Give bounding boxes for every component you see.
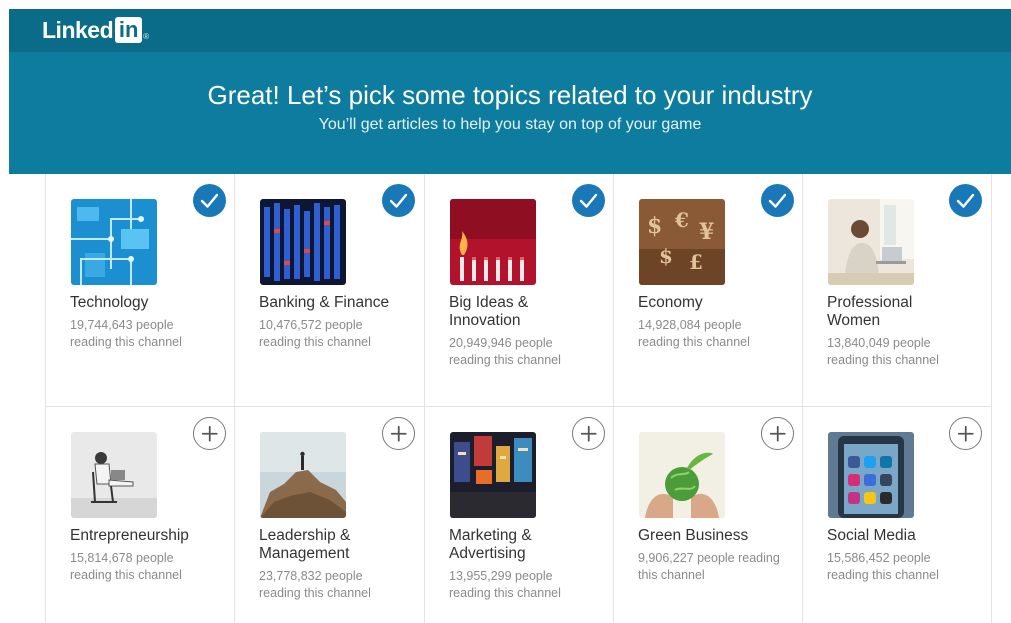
topic-card-economy[interactable]: $ € ¥ $ £ Economy 14,928,084 people read… bbox=[613, 174, 803, 407]
logo-registered-mark: ® bbox=[143, 31, 150, 41]
topic-card-banking-finance[interactable]: Banking & Finance 10,476,572 people read… bbox=[234, 174, 424, 407]
topic-card-big-ideas-innovation[interactable]: Big Ideas & Innovation 20,949,946 people… bbox=[424, 174, 614, 407]
topic-image-banking-finance bbox=[260, 199, 346, 285]
topic-image-big-ideas-innovation bbox=[450, 199, 536, 285]
topic-image-marketing-advertising bbox=[450, 432, 536, 518]
topic-reader-count: 15,814,678 people reading this channel bbox=[70, 551, 182, 582]
topic-reader-count: 9,906,227 people reading this channel bbox=[638, 551, 780, 582]
topic-reader-count: 13,840,049 people reading this channel bbox=[827, 336, 939, 367]
selected-toggle-technology[interactable] bbox=[193, 184, 226, 217]
topic-card-professional-women[interactable]: Professional Women 13,840,049 people rea… bbox=[802, 174, 992, 407]
brand-bar: Linked in ® bbox=[9, 9, 1011, 52]
plus-icon bbox=[957, 425, 974, 442]
topic-title: Professional Women bbox=[827, 294, 913, 329]
topic-title: Big Ideas & Innovation bbox=[449, 294, 529, 329]
plus-icon bbox=[201, 425, 218, 442]
svg-text:£: £ bbox=[689, 250, 703, 274]
topic-title: Social Media bbox=[827, 527, 916, 544]
topic-image-social-media bbox=[828, 432, 914, 518]
topic-card-social-media[interactable]: Social Media 15,586,452 people reading t… bbox=[802, 407, 992, 623]
topic-title: Green Business bbox=[638, 527, 749, 544]
logo-wordmark: Linked bbox=[42, 16, 114, 43]
topic-title: Leadership & Management bbox=[259, 527, 351, 562]
linkedin-logo[interactable]: Linked in ® bbox=[42, 15, 149, 45]
topic-card-marketing-advertising[interactable]: Marketing & Advertising 13,955,299 peopl… bbox=[424, 407, 614, 623]
page-subtitle: You’ll get articles to help you stay on … bbox=[318, 116, 702, 133]
add-toggle-entrepreneurship[interactable] bbox=[193, 417, 226, 450]
topic-reader-count: 20,949,946 people reading this channel bbox=[449, 336, 561, 367]
topic-title: Economy bbox=[638, 294, 703, 311]
plus-icon bbox=[580, 425, 597, 442]
checkmark-icon bbox=[956, 193, 975, 208]
topic-grid: Technology 19,744,643 people reading thi… bbox=[45, 174, 993, 623]
topic-image-green-business bbox=[639, 432, 725, 518]
topic-image-technology bbox=[71, 199, 157, 285]
topic-image-leadership-management bbox=[260, 432, 346, 518]
selected-toggle-professional-women[interactable] bbox=[949, 184, 982, 217]
plus-icon bbox=[390, 425, 407, 442]
svg-text:$: $ bbox=[659, 244, 673, 268]
topic-card-entrepreneurship[interactable]: Entrepreneurship 15,814,678 people readi… bbox=[45, 407, 235, 623]
topic-reader-count: 19,744,643 people reading this channel bbox=[70, 318, 182, 349]
topic-image-professional-women bbox=[828, 199, 914, 285]
topic-title: Marketing & Advertising bbox=[449, 527, 532, 562]
logo-in-box: in bbox=[115, 17, 143, 43]
topic-reader-count: 13,955,299 people reading this channel bbox=[449, 569, 561, 600]
topic-image-economy: $ € ¥ $ £ bbox=[639, 199, 725, 285]
topic-image-entrepreneurship bbox=[71, 432, 157, 518]
svg-text:€: € bbox=[674, 208, 689, 232]
add-toggle-social-media[interactable] bbox=[949, 417, 982, 450]
topic-title: Technology bbox=[70, 294, 149, 311]
selected-toggle-banking-finance[interactable] bbox=[382, 184, 415, 217]
topic-picker-header: Linked in ® Great! Let’s pick some topic… bbox=[9, 9, 1011, 174]
plus-icon bbox=[769, 425, 786, 442]
topic-reader-count: 10,476,572 people reading this channel bbox=[259, 318, 371, 349]
selected-toggle-economy[interactable] bbox=[761, 184, 794, 217]
topic-card-green-business[interactable]: Green Business 9,906,227 people reading … bbox=[613, 407, 803, 623]
add-toggle-green-business[interactable] bbox=[761, 417, 794, 450]
checkmark-icon bbox=[768, 193, 787, 208]
topic-reader-count: 15,586,452 people reading this channel bbox=[827, 551, 939, 582]
add-toggle-leadership-management[interactable] bbox=[382, 417, 415, 450]
selected-toggle-big-ideas-innovation[interactable] bbox=[572, 184, 605, 217]
svg-text:¥: ¥ bbox=[699, 219, 714, 245]
topic-reader-count: 14,928,084 people reading this channel bbox=[638, 318, 750, 349]
topic-card-technology[interactable]: Technology 19,744,643 people reading thi… bbox=[45, 174, 235, 407]
add-toggle-marketing-advertising[interactable] bbox=[572, 417, 605, 450]
svg-text:$: $ bbox=[647, 213, 662, 239]
topic-title: Banking & Finance bbox=[259, 294, 390, 311]
topic-title: Entrepreneurship bbox=[70, 527, 189, 544]
checkmark-icon bbox=[200, 193, 219, 208]
checkmark-icon bbox=[579, 193, 598, 208]
checkmark-icon bbox=[389, 193, 408, 208]
topic-card-leadership-management[interactable]: Leadership & Management 23,778,832 peopl… bbox=[234, 407, 424, 623]
topic-reader-count: 23,778,832 people reading this channel bbox=[259, 569, 371, 600]
page-title: Great! Let’s pick some topics related to… bbox=[207, 80, 813, 110]
